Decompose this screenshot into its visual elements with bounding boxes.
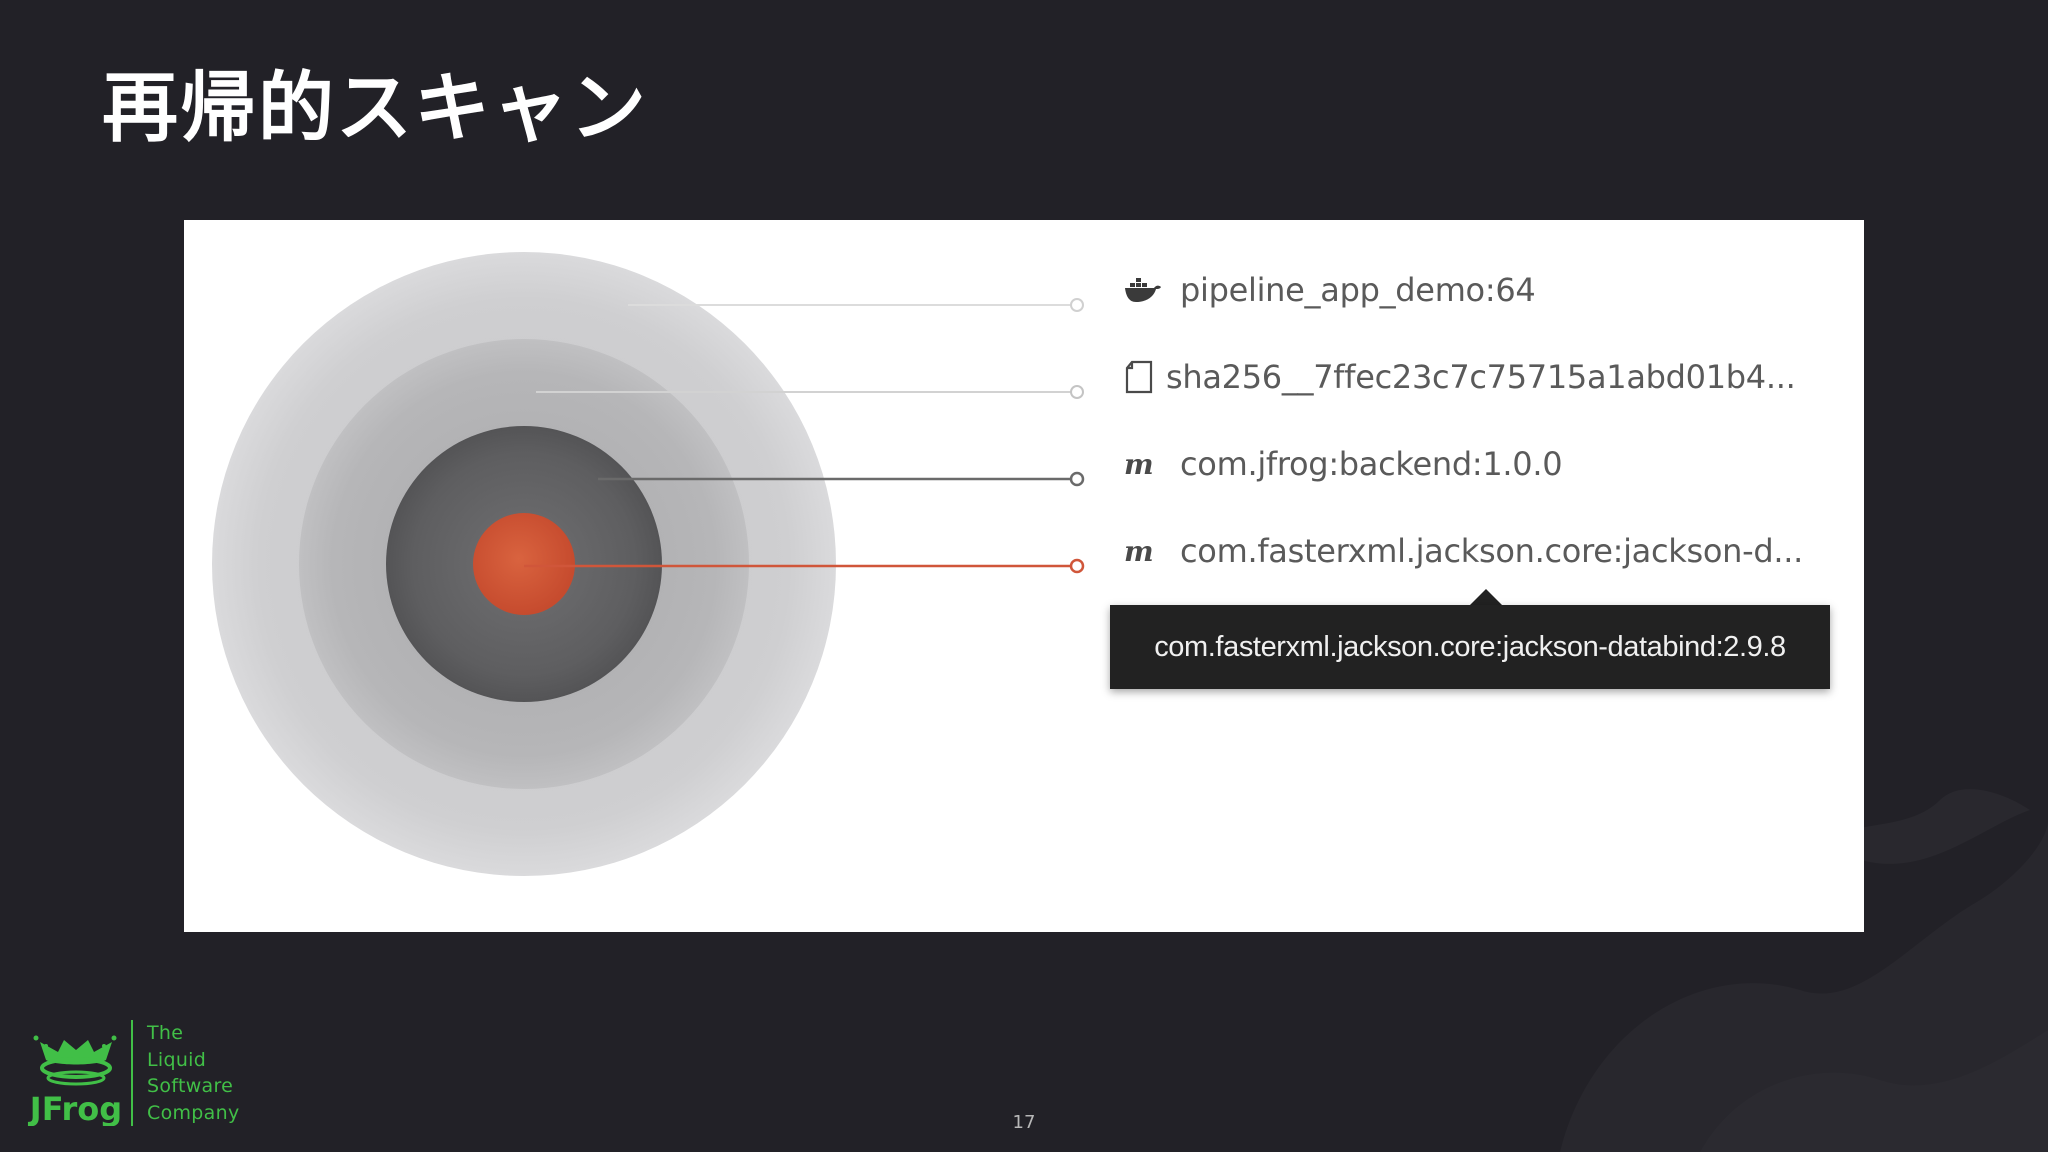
tagline-line: Liquid: [147, 1048, 207, 1071]
dependency-tooltip: com.fasterxml.jackson.core:jackson-datab…: [1110, 605, 1830, 689]
maven-icon: m: [1124, 534, 1154, 568]
layer-item-backend[interactable]: m com.jfrog:backend:1.0.0: [1124, 434, 1563, 494]
page-number: 17: [1012, 1112, 1036, 1133]
company-tagline: The Liquid Software Company: [147, 1020, 240, 1126]
docker-icon: [1124, 270, 1164, 310]
tagline-line: Software: [147, 1075, 234, 1097]
tooltip-arrow: [1470, 589, 1502, 605]
layer-label: com.fasterxml.jackson.core:jackson-d...: [1180, 532, 1804, 570]
connector-node-4: [1069, 558, 1085, 574]
slide: 再帰的スキャン pipeline_app_demo:64 sha256__7ff…: [0, 0, 2048, 1152]
tagline-line: The: [147, 1022, 184, 1044]
connector-node-3: [1069, 471, 1085, 487]
layer-item-docker-image[interactable]: pipeline_app_demo:64: [1124, 260, 1536, 320]
tagline-line: Company: [147, 1101, 240, 1124]
layer-label: pipeline_app_demo:64: [1180, 271, 1536, 309]
jfrog-logo: JFrog: [28, 1035, 122, 1126]
layer-label: sha256__7ffec23c7c75715a1abd01b4...: [1166, 358, 1796, 396]
scan-panel: pipeline_app_demo:64 sha256__7ffec23c7c7…: [184, 220, 1864, 932]
core-dependency-dot: [473, 513, 575, 615]
slide-title: 再帰的スキャン: [102, 63, 648, 152]
maven-icon: m: [1124, 447, 1154, 481]
connector-node-1: [1070, 298, 1084, 312]
logo-divider: [131, 1020, 133, 1126]
logo-wordmark: JFrog: [28, 1090, 122, 1126]
layer-label: com.jfrog:backend:1.0.0: [1180, 445, 1563, 483]
connector-node-2: [1070, 385, 1084, 399]
layer-item-sha256[interactable]: sha256__7ffec23c7c75715a1abd01b4...: [1124, 347, 1796, 407]
file-icon: [1124, 357, 1154, 397]
layer-item-jackson[interactable]: m com.fasterxml.jackson.core:jackson-d..…: [1124, 521, 1803, 581]
